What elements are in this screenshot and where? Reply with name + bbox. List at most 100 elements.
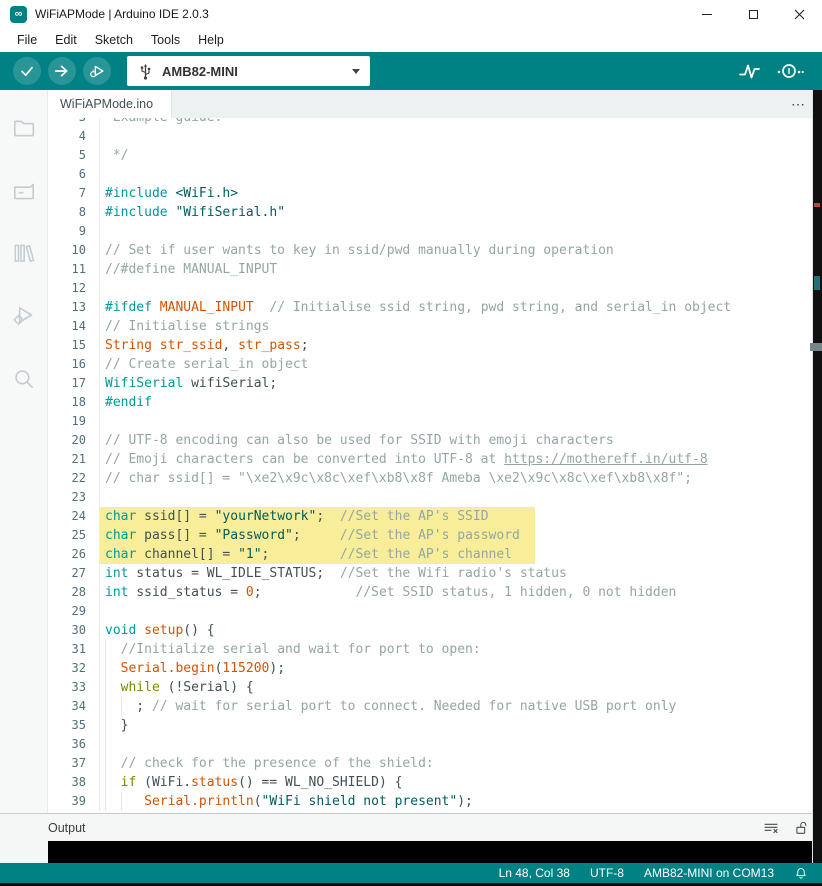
line-number[interactable]: 38 (48, 773, 100, 792)
line-number[interactable]: 36 (48, 735, 100, 754)
verify-button[interactable] (13, 57, 41, 85)
sidebar-item-library-manager[interactable] (0, 228, 48, 278)
line-number[interactable]: 24 (48, 507, 100, 526)
line-number[interactable]: 4 (48, 127, 100, 146)
sidebar-item-sketchbook[interactable] (0, 102, 48, 152)
code-line[interactable]: 15String str_ssid, str_pass; (48, 336, 822, 355)
code-line[interactable]: 37 // check for the presence of the shie… (48, 754, 822, 773)
code-line[interactable]: 23 (48, 488, 822, 507)
line-number[interactable]: 8 (48, 203, 100, 222)
clear-output-icon[interactable] (762, 819, 780, 837)
code-line[interactable]: 4 (48, 127, 822, 146)
code-line[interactable]: 3 Example guide: (48, 118, 822, 127)
line-number[interactable]: 35 (48, 716, 100, 735)
editor-scrollbar-thumb[interactable] (810, 343, 822, 351)
code-line[interactable]: 14// Initialise strings (48, 317, 822, 336)
line-number[interactable]: 30 (48, 621, 100, 640)
maximize-button[interactable] (730, 0, 776, 28)
code-line[interactable]: 8#include "WifiSerial.h" (48, 203, 822, 222)
code-line[interactable]: 28int ssid_status = 0; //Set SSID status… (48, 583, 822, 602)
code-line[interactable]: 18#endif (48, 393, 822, 412)
line-number[interactable]: 13 (48, 298, 100, 317)
board-port-status[interactable]: AMB82-MINI on COM13 (644, 866, 774, 880)
code-line[interactable]: 10// Set if user wants to key in ssid/pw… (48, 241, 822, 260)
tab-wifiapmode[interactable]: WiFiAPMode.ino (48, 90, 172, 118)
code-line[interactable]: 32 Serial.begin(115200); (48, 659, 822, 678)
code-line[interactable]: 9 (48, 222, 822, 241)
line-number[interactable]: 14 (48, 317, 100, 336)
code-editor[interactable]: 3 Example guide:45 */67#include <WiFi.h>… (48, 118, 822, 813)
line-number[interactable]: 7 (48, 184, 100, 203)
line-number[interactable]: 23 (48, 488, 100, 507)
close-button[interactable] (776, 0, 822, 28)
line-number[interactable]: 29 (48, 602, 100, 621)
line-number[interactable]: 33 (48, 678, 100, 697)
menu-tools[interactable]: Tools (142, 30, 189, 50)
line-number[interactable]: 28 (48, 583, 100, 602)
line-number[interactable]: 22 (48, 469, 100, 488)
code-line[interactable]: 29 (48, 602, 822, 621)
upload-button[interactable] (48, 57, 76, 85)
line-number[interactable]: 10 (48, 241, 100, 260)
line-number[interactable]: 15 (48, 336, 100, 355)
sidebar-item-search[interactable] (0, 354, 48, 404)
line-number[interactable]: 39 (48, 792, 100, 811)
serial-monitor-icon[interactable] (776, 60, 804, 82)
code-line[interactable]: 22// char ssid[] = "\xe2\x9c\x8c\xef\xb8… (48, 469, 822, 488)
menu-help[interactable]: Help (189, 30, 233, 50)
serial-plotter-icon[interactable] (738, 60, 762, 82)
line-number[interactable]: 26 (48, 545, 100, 564)
sidebar-item-debug[interactable] (0, 290, 48, 340)
code-line[interactable]: 26char channel[] = "1"; //Set the AP's c… (48, 545, 822, 564)
line-number[interactable]: 17 (48, 374, 100, 393)
code-line[interactable]: 13#ifdef MANUAL_INPUT // Initialise ssid… (48, 298, 822, 317)
line-number[interactable]: 21 (48, 450, 100, 469)
menu-sketch[interactable]: Sketch (86, 30, 142, 50)
bell-icon[interactable] (794, 866, 808, 881)
sidebar-item-boards-manager[interactable] (0, 166, 48, 216)
debug-button[interactable] (83, 57, 111, 85)
code-line[interactable]: 19 (48, 412, 822, 431)
line-number[interactable]: 32 (48, 659, 100, 678)
code-line[interactable]: 12 (48, 279, 822, 298)
code-line[interactable]: 33 while (!Serial) { (48, 678, 822, 697)
code-line[interactable]: 11//#define MANUAL_INPUT (48, 260, 822, 279)
line-number[interactable]: 9 (48, 222, 100, 241)
code-line[interactable]: 24char ssid[] = "yourNetwork"; //Set the… (48, 507, 822, 526)
line-number[interactable]: 18 (48, 393, 100, 412)
output-console[interactable] (48, 841, 812, 863)
code-line[interactable]: 5 */ (48, 146, 822, 165)
line-number[interactable]: 11 (48, 260, 100, 279)
menu-file[interactable]: File (8, 30, 46, 50)
line-number[interactable]: 6 (48, 165, 100, 184)
code-line[interactable]: 21// Emoji characters can be converted i… (48, 450, 822, 469)
line-number[interactable]: 25 (48, 526, 100, 545)
code-line[interactable]: 38 if (WiFi.status() == WL_NO_SHIELD) { (48, 773, 822, 792)
menu-edit[interactable]: Edit (46, 30, 86, 50)
code-line[interactable]: 16// Create serial_in object (48, 355, 822, 374)
line-number[interactable]: 31 (48, 640, 100, 659)
code-line[interactable]: 6 (48, 165, 822, 184)
code-line[interactable]: 31 //Initialize serial and wait for port… (48, 640, 822, 659)
code-line[interactable]: 35 } (48, 716, 822, 735)
code-line[interactable]: 36 (48, 735, 822, 754)
code-line[interactable]: 20// UTF-8 encoding can also be used for… (48, 431, 822, 450)
line-number[interactable]: 5 (48, 146, 100, 165)
line-number[interactable]: 20 (48, 431, 100, 450)
line-number[interactable]: 37 (48, 754, 100, 773)
encoding[interactable]: UTF-8 (590, 866, 624, 880)
cursor-position[interactable]: Ln 48, Col 38 (499, 866, 570, 880)
line-number[interactable]: 12 (48, 279, 100, 298)
code-line[interactable]: 17WifiSerial wifiSerial; (48, 374, 822, 393)
line-number[interactable]: 3 (48, 118, 100, 127)
code-line[interactable]: 7#include <WiFi.h> (48, 184, 822, 203)
code-line[interactable]: 27int status = WL_IDLE_STATUS; //Set the… (48, 564, 822, 583)
code-line[interactable]: 25char pass[] = "Password"; //Set the AP… (48, 526, 822, 545)
code-line[interactable]: 34 ; // wait for serial port to connect.… (48, 697, 822, 716)
lock-icon[interactable] (793, 819, 810, 837)
line-number[interactable]: 27 (48, 564, 100, 583)
line-number[interactable]: 19 (48, 412, 100, 431)
line-number[interactable]: 34 (48, 697, 100, 716)
minimize-button[interactable] (684, 0, 730, 28)
board-selector-dropdown[interactable]: AMB82-MINI (127, 56, 370, 86)
